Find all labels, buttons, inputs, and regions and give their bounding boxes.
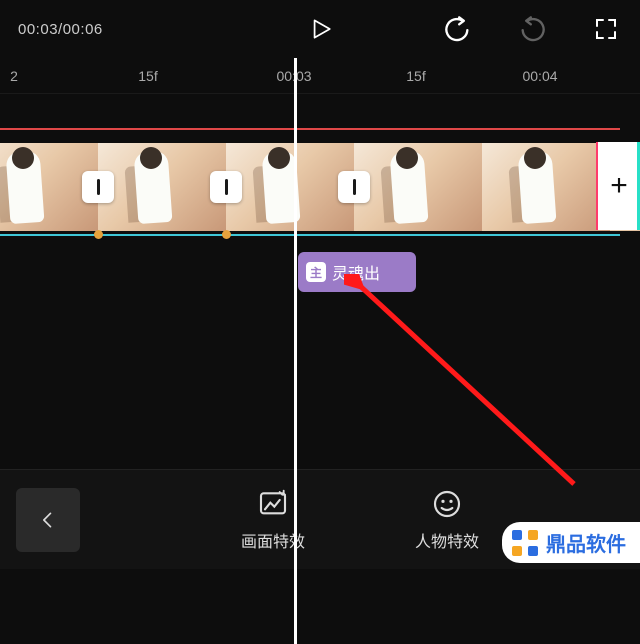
play-icon	[307, 16, 333, 42]
transition-handle[interactable]	[338, 171, 370, 203]
timeline-area[interactable]: + 主 灵魂出	[0, 94, 640, 444]
total-time: 00:06	[63, 21, 103, 38]
fullscreen-icon	[594, 17, 618, 41]
redo-icon	[518, 15, 546, 43]
watermark-logo-icon	[512, 530, 538, 556]
watermark: 鼎品软件	[502, 522, 640, 563]
undo-button[interactable]	[444, 15, 472, 43]
tab-label: 人物特效	[415, 528, 479, 552]
play-button[interactable]	[306, 15, 334, 43]
tab-person-effects[interactable]: 人物特效	[415, 488, 479, 552]
redo-button[interactable]	[518, 15, 546, 43]
ruler-tick: 2	[10, 68, 18, 84]
watermark-text: 鼎品软件	[546, 528, 626, 557]
plus-icon: +	[610, 169, 628, 203]
ruler-tick: 15f	[138, 68, 157, 84]
image-fx-icon	[257, 488, 289, 520]
effect-name: 灵魂出	[332, 260, 380, 284]
time-display: 00:03/00:06	[18, 21, 103, 38]
effect-clip[interactable]: 主 灵魂出	[298, 252, 416, 292]
video-clip[interactable]	[98, 143, 226, 231]
video-track[interactable]	[0, 142, 640, 232]
video-track-boundary-top	[0, 128, 620, 130]
top-bar: 00:03/00:06	[0, 0, 640, 58]
ruler-tick: 00:04	[522, 68, 557, 84]
keyframe-marker[interactable]	[222, 230, 231, 239]
transition-handle[interactable]	[82, 171, 114, 203]
ruler-tick: 15f	[406, 68, 425, 84]
keyframe-marker[interactable]	[94, 230, 103, 239]
fullscreen-button[interactable]	[592, 15, 620, 43]
effect-badge: 主	[306, 262, 326, 282]
face-fx-icon	[431, 488, 463, 520]
chevron-left-icon	[38, 510, 58, 530]
add-clip-button[interactable]: +	[596, 142, 640, 230]
video-clip[interactable]	[226, 143, 354, 231]
video-track-boundary-bottom	[0, 234, 620, 236]
video-clip[interactable]	[354, 143, 482, 231]
timeline-ruler[interactable]: 2 15f 00:03 15f 00:04	[0, 58, 640, 94]
undo-icon	[444, 15, 472, 43]
video-clip[interactable]	[482, 143, 610, 231]
back-button[interactable]	[16, 488, 80, 552]
playhead[interactable]	[294, 58, 297, 644]
transition-handle[interactable]	[210, 171, 242, 203]
current-time: 00:03	[18, 21, 58, 38]
